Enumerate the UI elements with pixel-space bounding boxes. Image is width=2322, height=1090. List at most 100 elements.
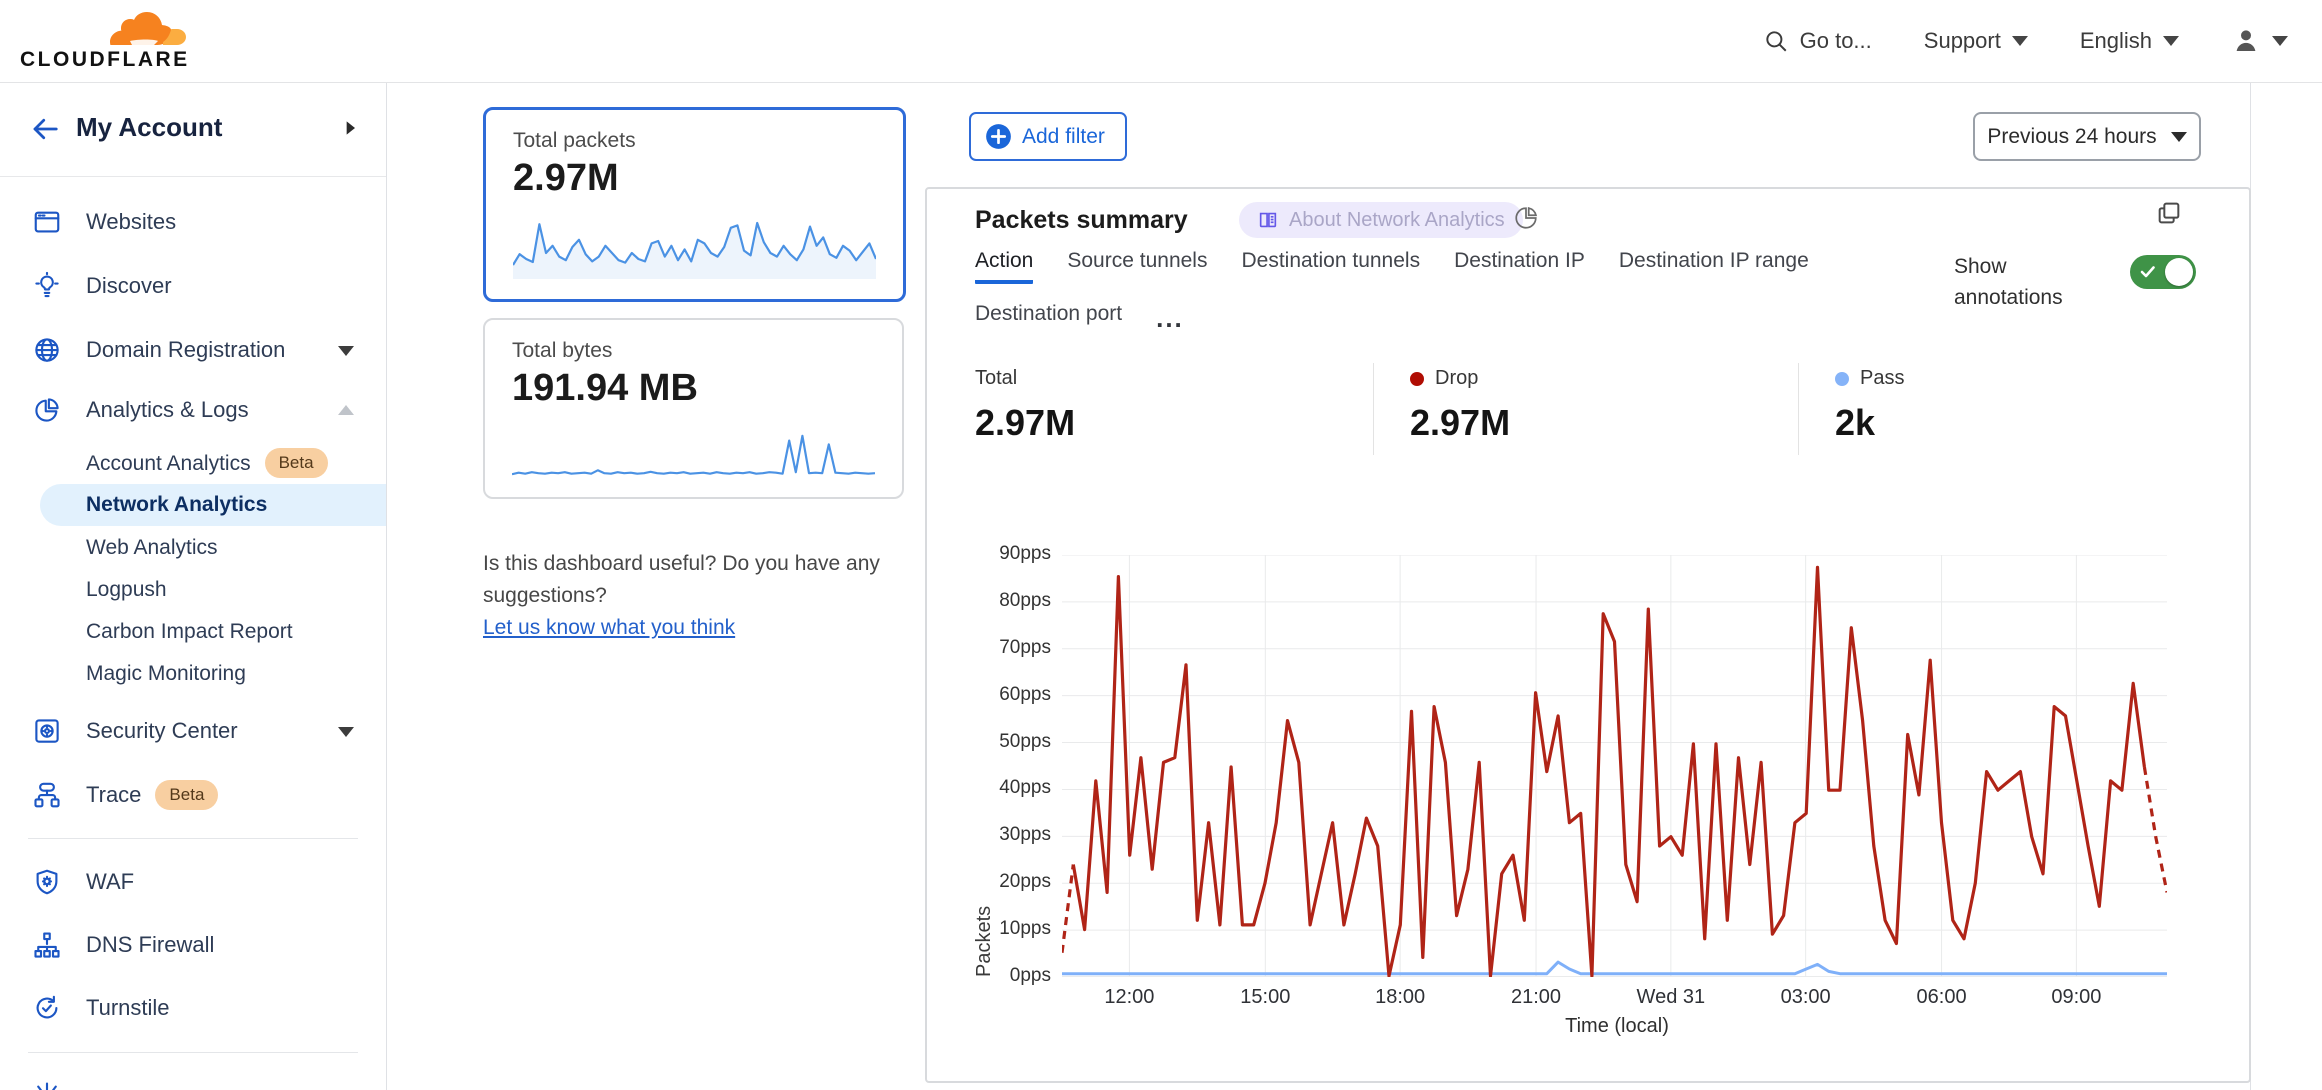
tab-destination-port[interactable]: Destination port: [975, 302, 1122, 337]
sidebar-item-label: Magic Monitoring: [86, 662, 246, 686]
more-tabs-button[interactable]: ...: [1156, 313, 1184, 337]
x-tick-label: 09:00: [2051, 986, 2101, 1009]
packets-time-series-chart: [1062, 555, 2167, 977]
sidebar-item-network-analytics[interactable]: Network Analytics: [40, 484, 386, 526]
tab-destination-tunnels[interactable]: Destination tunnels: [1241, 249, 1420, 284]
sidebar-item-turnstile[interactable]: Turnstile: [0, 980, 386, 1036]
about-badge-label: About Network Analytics: [1289, 209, 1505, 232]
sidebar-item-label: Websites: [86, 209, 176, 235]
time-range-dropdown[interactable]: Previous 24 hours: [1973, 112, 2201, 161]
sidebar: My Account Websites Discover Domain Regist…: [0, 82, 387, 1090]
language-menu[interactable]: English: [2080, 28, 2179, 54]
chevron-down-icon: [338, 727, 354, 737]
show-annotations-toggle[interactable]: [2130, 255, 2196, 289]
sidebar-item-label: Analytics & Logs: [86, 397, 249, 423]
sidebar-item-magic-monitoring[interactable]: Magic Monitoring: [0, 653, 386, 695]
browser-icon: [32, 207, 62, 237]
toggle-knob: [2165, 258, 2193, 286]
stat-total: Total2.97M: [975, 367, 1075, 444]
sidebar-item-label: TraceBeta: [86, 780, 218, 810]
panel-title: Packets summary: [975, 206, 1188, 235]
beta-badge: Beta: [155, 780, 218, 810]
expand-copy-icon[interactable]: [2155, 199, 2183, 227]
refresh-check-icon: [32, 993, 62, 1023]
account-title: My Account: [76, 112, 222, 143]
stat-drop: Drop2.97M: [1410, 367, 1510, 444]
feedback-link[interactable]: Let us know what you think: [483, 616, 735, 639]
tab-destination-ip-range[interactable]: Destination IP range: [1619, 249, 1809, 284]
account-menu[interactable]: [2231, 26, 2288, 56]
x-tick-label: 21:00: [1511, 986, 1561, 1009]
total-bytes-card[interactable]: Total bytes 191.94 MB: [483, 318, 904, 499]
sidebar-item-label: Account AnalyticsBeta: [86, 448, 328, 478]
x-tick-label: 03:00: [1781, 986, 1831, 1009]
nodes-icon: [32, 930, 62, 960]
cloudflare-logo[interactable]: CLOUDFLARE: [20, 2, 190, 78]
safe-icon: [32, 716, 62, 746]
show-annotations-label: Show annotations: [1954, 251, 2094, 313]
x-tick-label: Wed 31: [1637, 986, 1706, 1009]
sidebar-item-account-analytics[interactable]: Account AnalyticsBeta: [0, 442, 386, 484]
stat-label: Pass: [1860, 367, 1904, 390]
support-menu[interactable]: Support: [1924, 28, 2028, 54]
packets-summary-panel: Packets summary About Network Analytics …: [925, 187, 2251, 1083]
tab-action[interactable]: Action: [975, 249, 1033, 284]
beta-badge: Beta: [265, 448, 328, 478]
sidebar-item-web-analytics[interactable]: Web Analytics: [0, 527, 386, 569]
account-header[interactable]: My Account: [0, 82, 386, 177]
feedback-question: Is this dashboard useful? Do you have an…: [483, 548, 935, 612]
back-arrow-icon[interactable]: [30, 114, 60, 144]
chevron-down-icon: [2163, 36, 2179, 46]
top-header: CLOUDFLARE Go to... Support English: [0, 0, 2322, 83]
goto-label: Go to...: [1800, 28, 1872, 54]
x-tick-label: 06:00: [1917, 986, 1967, 1009]
sidebar-divider: [28, 1052, 358, 1053]
chevron-down-icon: [338, 346, 354, 356]
chevron-up-icon: [338, 405, 354, 415]
globe-icon: [32, 335, 62, 365]
time-range-label: Previous 24 hours: [1987, 125, 2156, 149]
stat-divider: [1373, 363, 1374, 455]
sidebar-item-label: Discover: [86, 273, 172, 299]
sidebar-item-analytics-logs[interactable]: Analytics & Logs: [0, 382, 386, 438]
cloudflare-cloud-icon: [100, 7, 186, 51]
check-icon: [2139, 263, 2157, 281]
pie-icon: [32, 395, 62, 425]
sidebar-item-label: Carbon Impact Report: [86, 620, 293, 644]
sidebar-item-label: Turnstile: [86, 995, 170, 1021]
sidebar-item-domain-registration[interactable]: Domain Registration: [0, 322, 386, 378]
plus-circle-icon: [985, 123, 1012, 150]
chevron-right-icon[interactable]: [340, 118, 360, 138]
x-tick-label: 12:00: [1104, 986, 1154, 1009]
stat-label: Total: [975, 367, 1017, 390]
stat-value: 2.97M: [1410, 402, 1510, 444]
user-icon: [2231, 26, 2261, 56]
goto-search[interactable]: Go to...: [1763, 28, 1872, 54]
chevron-down-icon: [2171, 132, 2187, 142]
total-packets-card[interactable]: Total packets 2.97M: [483, 107, 906, 302]
sidebar-item-logpush[interactable]: Logpush: [0, 569, 386, 611]
tab-destination-ip[interactable]: Destination IP: [1454, 249, 1585, 284]
sidebar-item-discover[interactable]: Discover: [0, 258, 386, 314]
card-title: Total packets: [513, 129, 636, 153]
tab-source-tunnels[interactable]: Source tunnels: [1067, 249, 1207, 284]
sidebar-item-carbon-impact-report[interactable]: Carbon Impact Report: [0, 611, 386, 653]
sidebar-item-dns-firewall[interactable]: DNS Firewall: [0, 917, 386, 973]
card-value: 191.94 MB: [512, 367, 698, 410]
card-title: Total bytes: [512, 339, 612, 363]
sidebar-item-security-center[interactable]: Security Center: [0, 703, 386, 759]
sidebar-item-websites[interactable]: Websites: [0, 194, 386, 250]
about-network-analytics-badge[interactable]: About Network Analytics: [1239, 202, 1523, 238]
packets-sparkline: [513, 213, 876, 279]
add-filter-label: Add filter: [1022, 125, 1105, 149]
sidebar-item-trace[interactable]: TraceBeta: [0, 767, 386, 823]
sidebar-item-label: Domain Registration: [86, 337, 285, 363]
sidebar-item-waf[interactable]: WAF: [0, 854, 386, 910]
add-filter-button[interactable]: Add filter: [969, 112, 1127, 161]
bytes-sparkline: [512, 426, 875, 480]
support-label: Support: [1924, 28, 2001, 54]
pass-legend-dot: [1835, 372, 1849, 386]
trace-icon: [32, 780, 62, 810]
sidebar-item-partial[interactable]: [0, 1068, 386, 1090]
cloudflare-wordmark: CLOUDFLARE: [20, 48, 190, 72]
